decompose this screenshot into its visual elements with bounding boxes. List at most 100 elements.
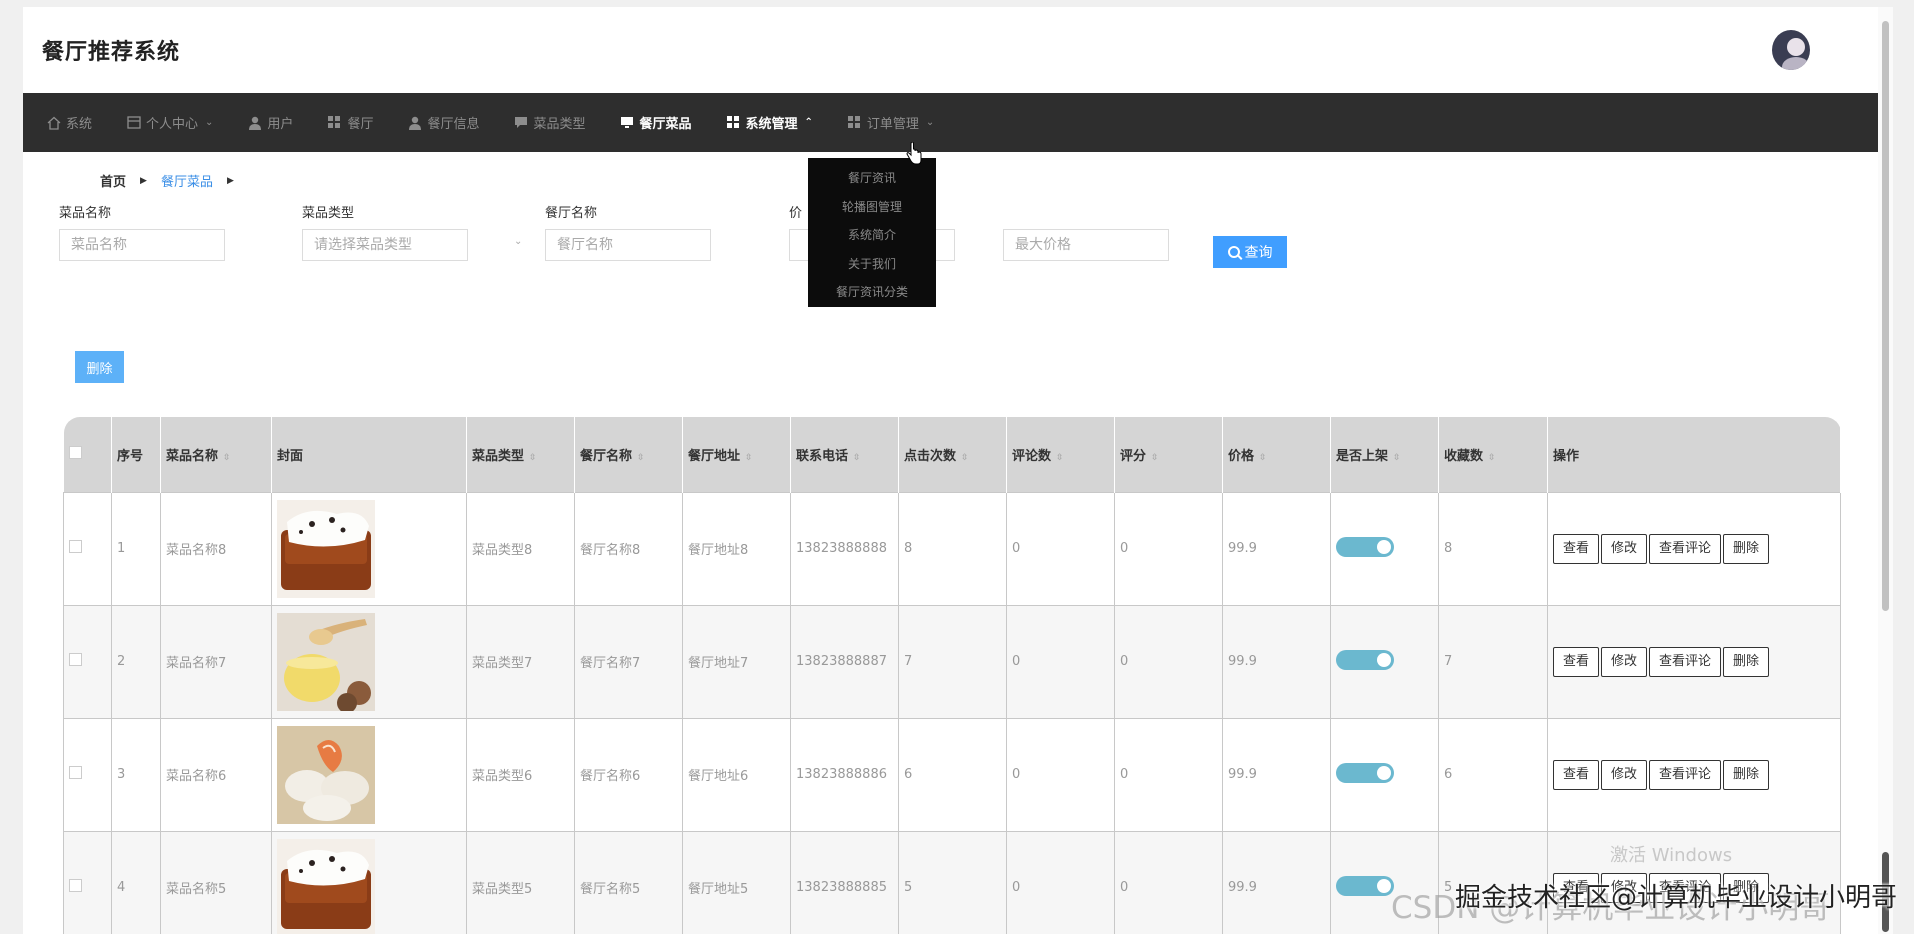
nav-item-7[interactable]: 系统管理 ⌃ bbox=[726, 93, 813, 152]
page-scrollbar[interactable] bbox=[1878, 7, 1893, 934]
nav-item-label: 餐厅菜品 bbox=[639, 117, 692, 132]
chevron-up-icon: ⌃ bbox=[804, 117, 813, 128]
cell-value: 13823888885 bbox=[796, 880, 887, 895]
nav-item-1[interactable]: 个人中心 ⌄ bbox=[126, 93, 213, 152]
cell-value: 13823888887 bbox=[796, 654, 887, 669]
cell-value: 餐厅地址8 bbox=[688, 543, 749, 558]
table-cell: 菜品名称7 bbox=[160, 604, 272, 719]
column-header[interactable]: 菜品名称 ⇳ bbox=[160, 417, 272, 492]
sort-icon[interactable]: ⇳ bbox=[1151, 453, 1159, 463]
column-header[interactable]: 是否上架 ⇳ bbox=[1330, 417, 1439, 492]
sort-icon[interactable]: ⇳ bbox=[853, 453, 861, 463]
nav-item-0[interactable]: 系统 bbox=[46, 93, 92, 152]
select-all-checkbox[interactable] bbox=[68, 445, 82, 459]
dropdown-item[interactable]: 餐厅资讯分类 bbox=[808, 278, 936, 307]
column-header[interactable]: 价格 ⇳ bbox=[1222, 417, 1331, 492]
nav-item-5[interactable]: 菜品类型 bbox=[513, 93, 585, 152]
sort-icon[interactable]: ⇳ bbox=[1488, 453, 1496, 463]
dropdown-item[interactable]: 餐厅资讯 bbox=[808, 164, 936, 193]
table-cell: 0 bbox=[1006, 604, 1115, 719]
table-cell: 餐厅名称8 bbox=[574, 491, 683, 606]
sort-icon[interactable]: ⇳ bbox=[1259, 453, 1267, 463]
table-cell: 4 bbox=[111, 830, 161, 934]
table-cell: 2 bbox=[111, 604, 161, 719]
column-header[interactable]: 评论数 ⇳ bbox=[1006, 417, 1115, 492]
batch-delete-button[interactable]: 删除 bbox=[75, 351, 124, 383]
scrollbar-thumb[interactable] bbox=[1882, 21, 1889, 611]
column-header[interactable]: 操作 bbox=[1547, 417, 1841, 492]
table-cell: 0 bbox=[1006, 717, 1115, 832]
column-header[interactable]: 餐厅名称 ⇳ bbox=[574, 417, 683, 492]
sort-icon[interactable]: ⇳ bbox=[961, 453, 969, 463]
on-shelf-toggle[interactable] bbox=[1336, 536, 1394, 557]
sort-icon[interactable]: ⇳ bbox=[637, 453, 645, 463]
card-icon bbox=[126, 115, 141, 130]
chevron-down-icon[interactable]: ⌄ bbox=[514, 236, 522, 247]
on-shelf-toggle[interactable] bbox=[1336, 762, 1394, 783]
view-comments-button[interactable]: 查看评论 bbox=[1649, 533, 1722, 564]
view-button[interactable]: 查看 bbox=[1553, 533, 1600, 564]
row-checkbox[interactable] bbox=[69, 766, 82, 779]
edit-button[interactable]: 修改 bbox=[1601, 759, 1648, 790]
search-icon bbox=[1227, 246, 1240, 258]
avatar[interactable] bbox=[1772, 30, 1810, 70]
breadcrumb: 首页 ▶ 餐厅菜品 ▶ bbox=[100, 171, 248, 190]
sort-icon[interactable]: ⇳ bbox=[745, 453, 753, 463]
sort-icon[interactable]: ⇳ bbox=[1056, 453, 1064, 463]
table-cell: 菜品类型5 bbox=[466, 830, 575, 934]
table-cell: 0 bbox=[1006, 491, 1115, 606]
edit-button[interactable]: 修改 bbox=[1601, 646, 1648, 677]
view-comments-button[interactable]: 查看评论 bbox=[1649, 646, 1722, 677]
edit-button[interactable]: 修改 bbox=[1601, 533, 1648, 564]
max-price-input[interactable]: 最大价格 bbox=[1003, 229, 1169, 261]
table-body: 1 菜品名称8 菜品类型8 餐厅名称8 餐厅地址8 13823888888 8 0 0 99.9 8… bbox=[63, 491, 1841, 934]
delete-button[interactable]: 删除 bbox=[1723, 759, 1770, 790]
on-shelf-toggle[interactable] bbox=[1336, 649, 1394, 670]
checkbox-cell bbox=[63, 491, 112, 606]
sort-icon[interactable]: ⇳ bbox=[529, 453, 537, 463]
view-comments-button[interactable]: 查看评论 bbox=[1649, 759, 1722, 790]
dropdown-item[interactable]: 轮播图管理 bbox=[808, 193, 936, 222]
sort-icon[interactable]: ⇳ bbox=[223, 453, 231, 463]
column-header[interactable]: 餐厅地址 ⇳ bbox=[682, 417, 791, 492]
column-header[interactable]: 序号 bbox=[111, 417, 161, 492]
column-header[interactable]: 评分 ⇳ bbox=[1114, 417, 1223, 492]
breadcrumb-home[interactable]: 首页 bbox=[100, 171, 126, 190]
row-checkbox[interactable] bbox=[69, 653, 82, 666]
dish-name-input[interactable]: 菜品名称 bbox=[59, 229, 225, 261]
dish-cover-image bbox=[277, 612, 375, 711]
cell-value: 13823888888 bbox=[796, 541, 887, 556]
dropdown-item[interactable]: 系统简介 bbox=[808, 221, 936, 250]
query-button[interactable]: 查询 bbox=[1213, 236, 1287, 268]
view-button[interactable]: 查看 bbox=[1553, 759, 1600, 790]
column-header[interactable]: 收藏数 ⇳ bbox=[1438, 417, 1548, 492]
row-checkbox[interactable] bbox=[69, 540, 82, 553]
nav-item-3[interactable]: 餐厅 bbox=[327, 93, 373, 152]
table-cell: 菜品名称8 bbox=[160, 491, 272, 606]
table-cell: 8 bbox=[898, 491, 1007, 606]
delete-button[interactable]: 删除 bbox=[1723, 533, 1770, 564]
nav-item-4[interactable]: 餐厅信息 bbox=[407, 93, 479, 152]
column-header[interactable]: 点击次数 ⇳ bbox=[898, 417, 1007, 492]
nav-item-6[interactable]: 餐厅菜品 bbox=[619, 93, 692, 152]
nav-item-2[interactable]: 用户 bbox=[247, 93, 293, 152]
dish-type-select[interactable]: 请选择菜品类型 bbox=[302, 229, 468, 261]
dish-type-label: 菜品类型 bbox=[302, 206, 355, 221]
dropdown-item[interactable]: 关于我们 bbox=[808, 250, 936, 279]
on-shelf-toggle[interactable] bbox=[1336, 875, 1394, 896]
view-button[interactable]: 查看 bbox=[1553, 646, 1600, 677]
table-cell: 0 bbox=[1114, 491, 1223, 606]
monitor-icon bbox=[619, 115, 634, 130]
restaurant-name-input[interactable]: 餐厅名称 bbox=[545, 229, 711, 261]
column-header[interactable]: 封面 bbox=[271, 417, 467, 492]
table-cell: 7 bbox=[1438, 604, 1548, 719]
table-cell: 餐厅名称7 bbox=[574, 604, 683, 719]
column-header[interactable]: 菜品类型 ⇳ bbox=[466, 417, 575, 492]
table-cell: 0 bbox=[1114, 717, 1223, 832]
sort-icon[interactable]: ⇳ bbox=[1393, 453, 1401, 463]
delete-button[interactable]: 删除 bbox=[1723, 646, 1770, 677]
breadcrumb-current[interactable]: 餐厅菜品 bbox=[161, 171, 213, 190]
column-header[interactable]: 联系电话 ⇳ bbox=[790, 417, 899, 492]
row-checkbox[interactable] bbox=[69, 879, 82, 892]
table-cell: 餐厅名称5 bbox=[574, 830, 683, 934]
